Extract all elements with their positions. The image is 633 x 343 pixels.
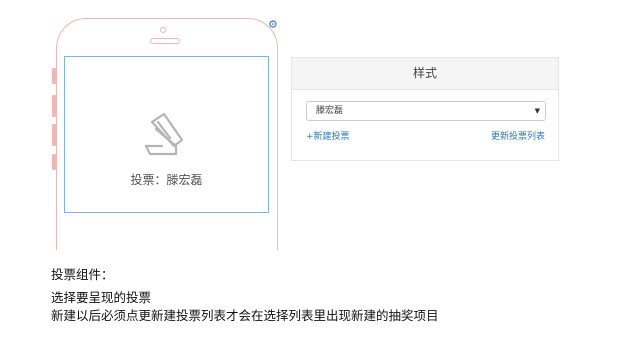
refresh-vote-list-link[interactable]: 更新投票列表 <box>491 129 545 142</box>
phone-side-button <box>52 68 56 84</box>
phone-camera <box>160 27 166 33</box>
new-vote-link[interactable]: +新建投票 <box>306 129 350 142</box>
panel-title: 样式 <box>292 58 558 90</box>
vote-select[interactable]: 滕宏磊 ▼ <box>306 101 546 121</box>
phone-side-button <box>52 124 56 146</box>
vote-select-value: 滕宏磊 <box>316 106 344 116</box>
description-line-1: 选择要呈现的投票 <box>51 290 152 305</box>
phone-side-button <box>52 95 56 117</box>
phone-speaker <box>150 38 180 44</box>
canvas: ⚙ 投票：滕宏磊 样式 滕宏磊 ▼ +新建投票 更新投票列表 投票组件： 选择要… <box>0 0 633 343</box>
phone-side-button <box>52 154 56 170</box>
vote-ticket-icon <box>144 112 184 156</box>
description-heading: 投票组件： <box>51 267 114 282</box>
gear-icon[interactable]: ⚙ <box>268 19 278 30</box>
chevron-down-icon: ▼ <box>534 107 540 115</box>
vote-preview-label: 投票：滕宏磊 <box>130 173 203 187</box>
style-panel: 样式 滕宏磊 ▼ +新建投票 更新投票列表 <box>291 57 559 161</box>
description-line-2: 新建以后必须点更新建投票列表才会在选择列表里出现新建的抽奖项目 <box>51 308 439 323</box>
